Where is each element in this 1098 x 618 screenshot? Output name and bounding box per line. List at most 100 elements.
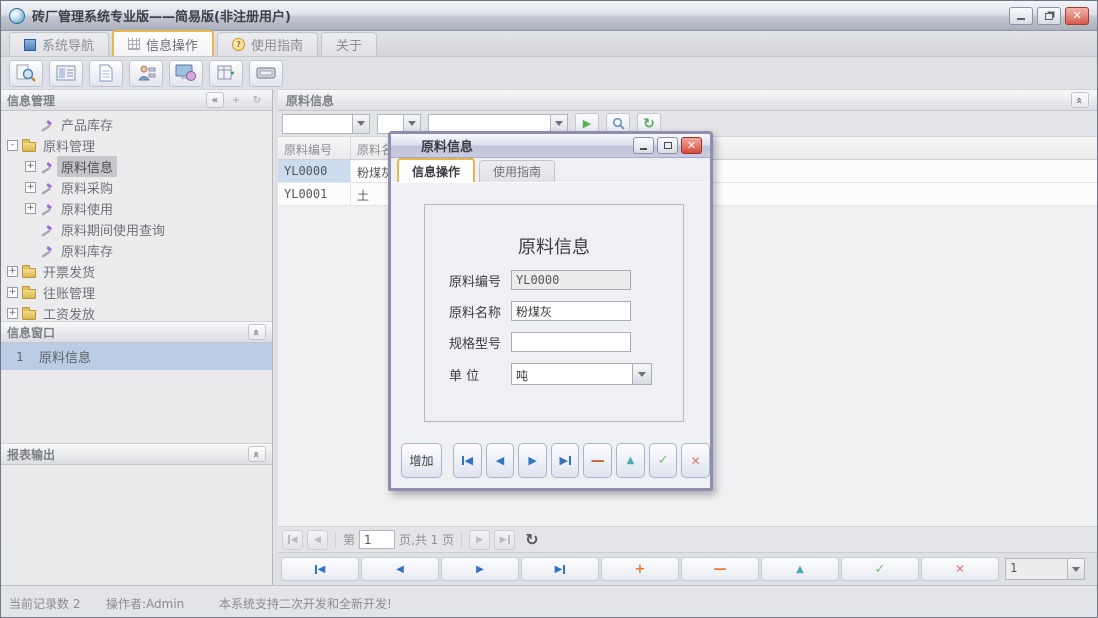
grid-cell-code[interactable]: YL0001 <box>278 183 351 205</box>
close-icon: ✕ <box>687 139 696 152</box>
tab-user-guide[interactable]: ? 使用指南 <box>217 32 318 56</box>
operator-status: 操作者:Admin <box>106 595 184 612</box>
next-record-icon: ▶ <box>528 454 536 467</box>
dialog-cancel-button[interactable]: ✕ <box>681 443 710 478</box>
tree-item-label: 原料信息 <box>57 156 117 177</box>
tree-item-material-purchase[interactable]: + 原料采购 <box>1 177 272 198</box>
expand-node-icon[interactable]: + <box>25 203 36 214</box>
page-prefix-label: 第 <box>343 531 355 548</box>
material-code-label: 原料编号 <box>449 271 511 290</box>
tree-item-material-stock[interactable]: 原料库存 <box>1 240 272 261</box>
record-first-button[interactable]: ◀ <box>281 557 359 581</box>
dialog-prev-button[interactable]: ◀ <box>486 443 515 478</box>
tree-item-payroll[interactable]: + 工资发放 <box>1 303 272 321</box>
expand-node-icon[interactable]: + <box>25 161 36 172</box>
expand-node-icon[interactable]: + <box>25 182 36 193</box>
card-print-button[interactable] <box>249 60 283 87</box>
tree-item-material-usage[interactable]: + 原料使用 <box>1 198 272 219</box>
user-manage-icon <box>136 64 156 82</box>
dialog-minimize-button[interactable] <box>633 137 654 154</box>
chevron-down-icon[interactable] <box>403 115 420 133</box>
dialog-last-button[interactable]: ▶ <box>551 443 580 478</box>
expand-node-icon[interactable]: + <box>7 308 18 319</box>
material-code-field[interactable] <box>511 270 631 290</box>
tree-item-account-mgmt[interactable]: + 往账管理 <box>1 282 272 303</box>
dialog-maximize-button[interactable] <box>657 137 678 154</box>
info-window-item[interactable]: 1 原料信息 <box>1 343 272 370</box>
dialog-first-button[interactable]: ◀ <box>453 443 482 478</box>
tree-item-label: 工资发放 <box>39 303 99 321</box>
record-delete-button[interactable]: — <box>681 557 759 581</box>
material-name-field[interactable] <box>511 301 631 321</box>
form-view-button[interactable] <box>49 60 83 87</box>
minimize-button[interactable] <box>1009 7 1033 25</box>
restore-button[interactable] <box>1037 7 1061 25</box>
chevron-down-icon[interactable] <box>632 364 651 384</box>
tree-item-material-period-query[interactable]: 原料期间使用查询 <box>1 219 272 240</box>
tree-item-material-info[interactable]: + 原料信息 <box>1 156 272 177</box>
record-cancel-button[interactable]: ✕ <box>921 557 999 581</box>
folder-icon <box>22 287 39 299</box>
refresh-panel-button[interactable]: ↻ <box>248 92 266 108</box>
collapse-up-button[interactable]: « <box>1071 92 1089 108</box>
pager-prev-button[interactable]: ◀ <box>307 530 328 550</box>
tree-item-product-stock[interactable]: 产品库存 <box>1 114 272 135</box>
tab-about[interactable]: 关于 <box>321 32 377 56</box>
collapse-up-button[interactable]: « <box>248 446 266 462</box>
pager-first-button[interactable]: ◀ <box>282 530 303 550</box>
close-button[interactable]: ✕ <box>1065 7 1089 25</box>
document-button[interactable] <box>89 60 123 87</box>
tab-system-nav[interactable]: 系统导航 <box>9 32 109 56</box>
delete-record-icon: — <box>591 453 605 469</box>
record-edit-button[interactable]: ▲ <box>761 557 839 581</box>
delete-record-icon: — <box>714 562 727 577</box>
record-last-button[interactable]: ▶ <box>521 557 599 581</box>
first-record-icon: ◀ <box>465 454 473 467</box>
spec-model-field[interactable] <box>511 332 631 352</box>
refresh-icon: ↻ <box>253 95 261 106</box>
dialog-delete-button[interactable]: — <box>583 443 612 478</box>
record-next-button[interactable]: ▶ <box>441 557 519 581</box>
table-add-button[interactable] <box>209 60 243 87</box>
record-save-button[interactable]: ✓ <box>841 557 919 581</box>
filter-field-select[interactable] <box>282 114 370 134</box>
grid-column-code[interactable]: 原料编号 <box>278 137 351 159</box>
first-page-icon: ◀ <box>291 535 298 545</box>
dialog-tab-info-operation[interactable]: 信息操作 <box>397 158 475 182</box>
dialog-button-bar: 增加 ◀ ◀ ▶ ▶ — ▲ ✓ ✕ <box>391 443 710 478</box>
chevron-down-icon[interactable] <box>550 115 567 133</box>
record-nav-bar: ◀ ◀ ▶ ▶ + — ▲ ✓ ✕ 1 <box>278 552 1097 585</box>
collapse-left-button[interactable]: « <box>206 92 224 108</box>
expand-node-icon[interactable]: + <box>7 287 18 298</box>
add-panel-button[interactable]: + <box>227 92 245 108</box>
record-prev-button[interactable]: ◀ <box>361 557 439 581</box>
dialog-next-button[interactable]: ▶ <box>518 443 547 478</box>
page-size-select[interactable]: 1 <box>1005 558 1085 580</box>
pager-next-button[interactable]: ▶ <box>469 530 490 550</box>
add-button[interactable]: 增加 <box>401 443 442 478</box>
expand-node-icon[interactable]: + <box>7 266 18 277</box>
tree-item-material-mgmt[interactable]: - 原料管理 <box>1 135 272 156</box>
dialog-tab-user-guide[interactable]: 使用指南 <box>479 160 555 182</box>
record-add-button[interactable]: + <box>601 557 679 581</box>
chevron-down-icon[interactable] <box>352 115 369 133</box>
pager-last-button[interactable]: ▶ <box>494 530 515 550</box>
unit-select[interactable]: 吨 <box>511 363 652 385</box>
tree-item-invoicing[interactable]: + 开票发货 <box>1 261 272 282</box>
dialog-close-button[interactable]: ✕ <box>681 137 702 154</box>
dialog-save-button[interactable]: ✓ <box>649 443 678 478</box>
monitor-button[interactable] <box>169 60 203 87</box>
pager-refresh-button[interactable]: ↻ <box>525 530 538 549</box>
chevron-down-icon[interactable] <box>1067 559 1084 579</box>
page-number-input[interactable] <box>359 530 395 549</box>
collapse-node-icon[interactable]: - <box>7 140 18 151</box>
user-manage-button[interactable] <box>129 60 163 87</box>
tab-info-operation[interactable]: 信息操作 <box>112 30 214 56</box>
collapse-up-button[interactable]: « <box>248 324 266 340</box>
folder-icon <box>22 266 39 278</box>
search-doc-button[interactable] <box>9 60 43 87</box>
main-panel-header: 原料信息 « <box>278 89 1097 111</box>
page-size-value: 1 <box>1006 559 1067 579</box>
dialog-edit-button[interactable]: ▲ <box>616 443 645 478</box>
grid-cell-code[interactable]: YL0000 <box>278 160 351 182</box>
